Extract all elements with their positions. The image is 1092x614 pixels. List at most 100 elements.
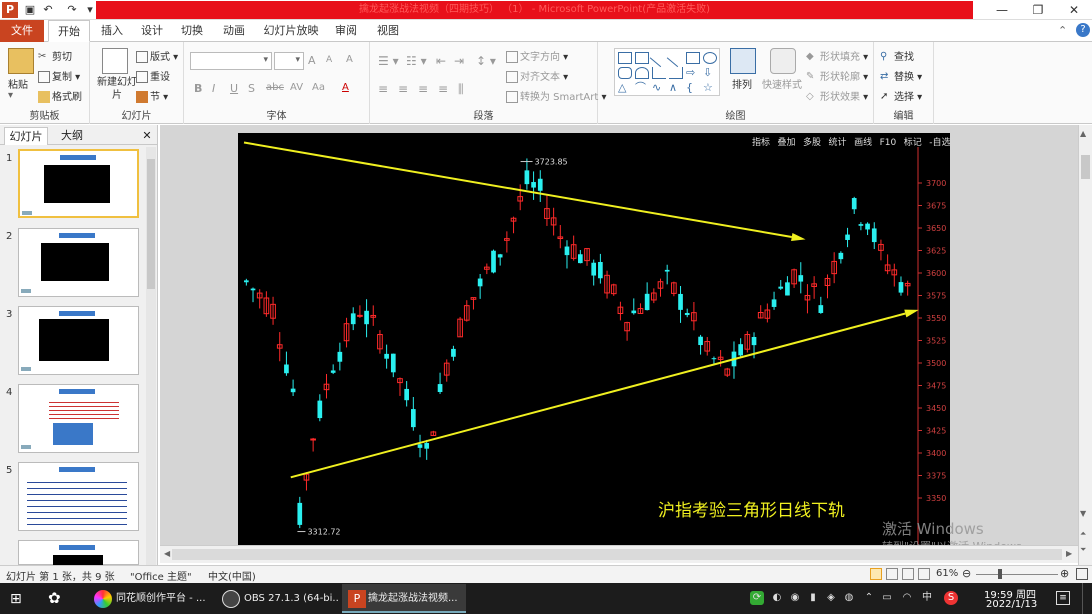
shape-curve-icon[interactable]: ∿ (652, 82, 666, 94)
help-icon[interactable]: ? (1076, 23, 1090, 37)
tray-ime-indicator[interactable]: 中 (920, 591, 934, 605)
shape-outline-button[interactable]: ✎ 形状轮廓 ▾ (806, 68, 868, 83)
text-direction-button[interactable]: 文字方向 ▾ (506, 48, 568, 63)
shape-line-icon[interactable] (649, 48, 669, 68)
shape-textbox-icon[interactable] (618, 52, 632, 64)
tray-security-icon[interactable]: ◈ (824, 591, 838, 605)
tab-insert[interactable]: 插入 (96, 20, 128, 42)
shape-effects-button[interactable]: ◇ 形状效果 ▾ (806, 88, 868, 103)
zoom-out-icon[interactable]: ⊖ (962, 567, 971, 580)
sorter-view-icon[interactable] (886, 568, 898, 580)
numbering-icon[interactable]: ☷ ▾ (406, 54, 427, 68)
shape-rounded-rect-icon[interactable] (618, 67, 632, 79)
slide-thumbnail-2[interactable] (18, 228, 139, 297)
new-slide-button[interactable]: 新建幻灯片 (94, 76, 140, 102)
shape-down-arrow-icon[interactable]: ⇩ (703, 67, 717, 79)
restore-button[interactable]: ❐ (1020, 0, 1056, 20)
arrange-button[interactable]: 排列 (732, 76, 752, 91)
horizontal-scrollbar[interactable]: ◀ ▶ (160, 545, 1078, 563)
paste-button[interactable]: 粘贴 (8, 76, 28, 91)
strikethrough-button[interactable]: abc (266, 82, 284, 93)
new-slide-icon[interactable] (102, 48, 128, 74)
paste-icon[interactable] (8, 48, 34, 74)
tray-chevron-icon[interactable]: ⌃ (862, 591, 876, 605)
font-family-select[interactable]: ▾ (190, 52, 272, 70)
tab-home[interactable]: 开始 (48, 20, 90, 42)
minimize-button[interactable]: — (984, 0, 1020, 20)
tray-wifi-icon[interactable]: ◠ (900, 591, 914, 605)
shrink-font-button[interactable]: A (326, 55, 332, 65)
shape-elbow-icon[interactable] (652, 67, 666, 79)
paste-dropdown-icon[interactable]: ▾ (8, 90, 13, 101)
reading-view-icon[interactable] (902, 568, 914, 580)
shape-arrow-icon[interactable] (666, 48, 686, 68)
align-center-icon[interactable]: ≡ (398, 82, 408, 96)
tab-review[interactable]: 审阅 (330, 20, 362, 42)
reset-button[interactable]: 重设 (136, 68, 170, 83)
shapes-gallery[interactable]: ⇨ ⇩ △ ⌒ ∿ ∧ { ☆ (614, 48, 720, 96)
italic-button[interactable]: I (212, 82, 215, 95)
clock-date[interactable]: 2022/1/13 (986, 599, 1037, 610)
shadow-button[interactable]: S (248, 82, 255, 95)
panel-close-icon[interactable]: ✕ (140, 127, 154, 145)
normal-view-icon[interactable] (870, 568, 882, 580)
zoom-slider-thumb[interactable] (998, 569, 1002, 579)
panel-scrollbar[interactable] (146, 147, 156, 565)
shape-star-icon[interactable]: ☆ (703, 82, 717, 94)
save-icon[interactable]: ▣ (22, 2, 38, 18)
shape-triangle-2-icon[interactable]: △ (618, 82, 632, 94)
shape-freeform-icon[interactable]: ∧ (669, 82, 683, 94)
zoom-slider[interactable] (976, 574, 1058, 575)
tab-slides[interactable]: 幻灯片 (4, 127, 48, 145)
shape-brace-icon[interactable]: { (686, 82, 700, 94)
bold-button[interactable]: B (194, 82, 202, 95)
find-button[interactable]: ⚲ 查找 (880, 48, 914, 63)
slide-thumbnail-6[interactable] (18, 540, 139, 565)
justify-icon[interactable]: ≡ (438, 82, 448, 96)
clear-format-button[interactable]: A (346, 54, 353, 65)
section-button[interactable]: 节 ▾ (136, 88, 168, 103)
app-pinwheel-icon[interactable]: ✿ (48, 589, 68, 609)
underline-button[interactable]: U (230, 82, 238, 95)
previous-slide-icon[interactable]: ⏶ (1080, 529, 1086, 539)
line-spacing-icon[interactable]: ↕ ▾ (476, 54, 496, 68)
bullets-icon[interactable]: ☰ ▾ (378, 54, 399, 68)
select-button[interactable]: ➚ 选择 ▾ (880, 88, 922, 103)
notification-center-icon[interactable]: ≡ (1056, 591, 1070, 605)
tray-sogou-icon[interactable]: S (944, 591, 958, 605)
char-spacing-button[interactable]: AV (290, 82, 303, 93)
zoom-level[interactable]: 61% (936, 568, 958, 579)
format-painter-button[interactable]: 格式刷 (38, 88, 82, 103)
shape-triangle-icon[interactable] (635, 67, 649, 79)
slide-thumbnail-4[interactable] (18, 384, 139, 453)
zoom-in-icon[interactable]: ⊕ (1060, 567, 1069, 580)
grow-font-button[interactable]: A (308, 54, 316, 67)
change-case-button[interactable]: Aa (312, 82, 325, 93)
windows-start-icon[interactable]: ⊞ (10, 591, 22, 607)
decrease-indent-icon[interactable]: ⇤ (436, 54, 446, 68)
columns-icon[interactable]: ⫼ (458, 82, 464, 97)
cut-button[interactable]: ✂ 剪切 (38, 48, 72, 63)
tray-app-icon[interactable]: ⟳ (750, 591, 764, 605)
shape-textbox-vertical-icon[interactable] (635, 52, 649, 64)
quick-styles-icon[interactable] (770, 48, 796, 74)
increase-indent-icon[interactable]: ⇥ (454, 54, 464, 68)
slideshow-view-icon[interactable] (918, 568, 930, 580)
arrange-icon[interactable] (730, 48, 756, 74)
tray-display-icon[interactable]: ▭ (880, 591, 894, 605)
redo-icon[interactable]: ↷ (64, 2, 80, 18)
undo-icon[interactable]: ↶ (40, 2, 56, 18)
slide-canvas[interactable]: 指标 叠加 多股 统计 画线 F10 标记 -自选 返回 33503375340… (238, 133, 950, 548)
shape-fill-button[interactable]: ◆ 形状填充 ▾ (806, 48, 868, 63)
tray-shield-icon[interactable]: ◉ (788, 591, 802, 605)
tab-view[interactable]: 视图 (372, 20, 404, 42)
layout-button[interactable]: 版式 ▾ (136, 48, 178, 63)
next-slide-icon[interactable]: ⏷ (1080, 545, 1086, 555)
fit-to-window-icon[interactable] (1076, 568, 1088, 580)
tab-transitions[interactable]: 切换 (176, 20, 208, 42)
replace-button[interactable]: ⇄ 替换 ▾ (880, 68, 922, 83)
shape-right-arrow-icon[interactable]: ⇨ (686, 67, 700, 79)
show-desktop-button[interactable] (1082, 583, 1092, 614)
shape-elbow-arrow-icon[interactable] (669, 67, 683, 79)
align-left-icon[interactable]: ≡ (378, 82, 388, 96)
